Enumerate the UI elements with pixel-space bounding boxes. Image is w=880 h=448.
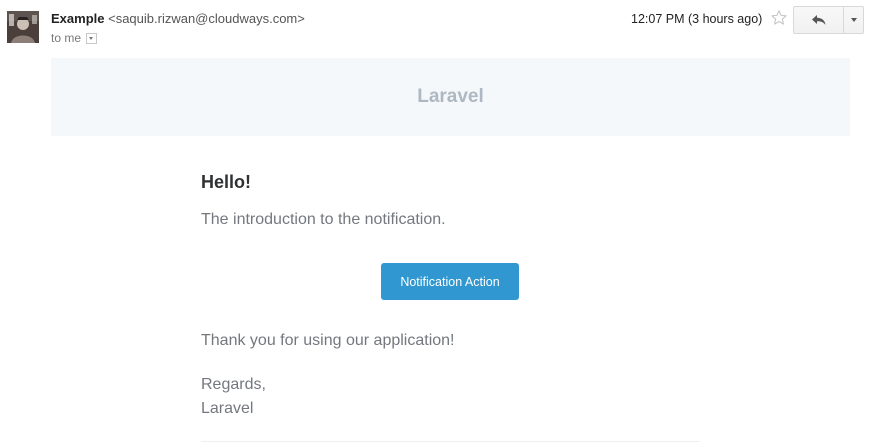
footer-divider	[201, 441, 700, 442]
recipient-label: to me	[51, 31, 82, 45]
notification-action-button[interactable]: Notification Action	[381, 263, 519, 300]
regards-line: Regards,	[201, 376, 266, 393]
email-view: Example <saquib.rizwan@cloudways.com> to…	[0, 0, 880, 448]
avatar-image	[7, 11, 39, 43]
reply-arrow-icon	[811, 15, 825, 25]
reply-button[interactable]	[794, 7, 844, 33]
sender-name[interactable]: Example	[51, 11, 104, 26]
more-actions-button[interactable]	[844, 7, 863, 33]
outro-line: Thank you for using our application!	[201, 332, 455, 349]
star-outline-icon[interactable]	[770, 9, 788, 27]
reply-button-group	[793, 6, 864, 34]
sender-email: <saquib.rizwan@cloudways.com>	[108, 11, 305, 26]
dropdown-arrow-icon[interactable]	[86, 32, 98, 44]
sender-line: Example <saquib.rizwan@cloudways.com>	[51, 11, 305, 26]
signature: Laravel	[201, 400, 254, 417]
sign-off: Regards, Laravel	[201, 373, 266, 421]
brand-title[interactable]: Laravel	[417, 86, 484, 108]
email-greeting: Hello!	[201, 172, 252, 192]
avatar[interactable]	[7, 11, 39, 43]
email-brand-header: Laravel	[51, 58, 850, 136]
recipient-line: to me	[51, 31, 98, 45]
intro-line: The introduction to the notification.	[201, 211, 446, 228]
message-timestamp: 12:07 PM (3 hours ago)	[631, 12, 763, 26]
chevron-down-icon	[850, 18, 857, 22]
